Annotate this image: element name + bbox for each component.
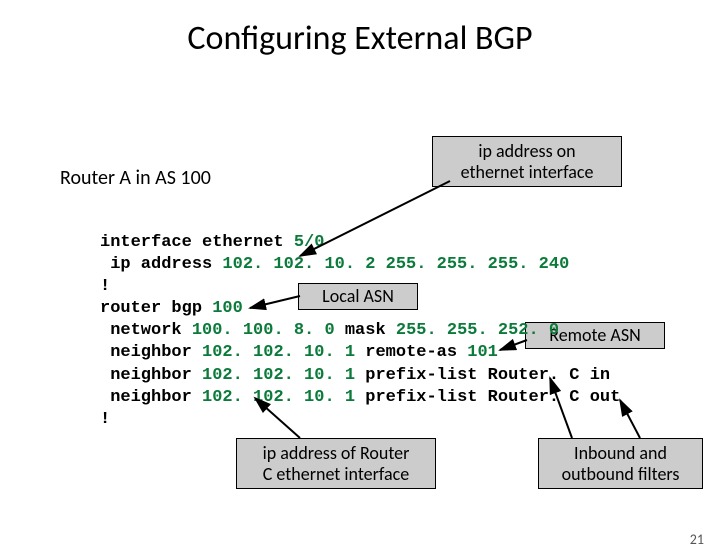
code-line: neighbor 102. 102. 10. 1 prefix-list Rou… xyxy=(100,388,620,407)
code-line: ! xyxy=(100,410,110,429)
callout-ip-routerc: ip address of RouterC ethernet interface xyxy=(236,438,436,489)
code-line: ! xyxy=(100,277,110,296)
config-code-block: interface ethernet 5/0 ip address 102. 1… xyxy=(100,232,620,431)
code-line: interface ethernet 5/0 xyxy=(100,233,324,252)
callout-filters: Inbound andoutbound filters xyxy=(538,438,703,489)
code-line: router bgp 100 xyxy=(100,299,243,318)
code-line: neighbor 102. 102. 10. 1 remote-as 101 xyxy=(100,343,498,362)
callout-ip-ethernet: ip address onethernet interface xyxy=(432,136,622,187)
slide-title: Configuring External BGP xyxy=(0,18,720,59)
router-subtitle: Router A in AS 100 xyxy=(60,166,211,190)
code-line: neighbor 102. 102. 10. 1 prefix-list Rou… xyxy=(100,366,610,385)
code-line: network 100. 100. 8. 0 mask 255. 255. 25… xyxy=(100,321,559,340)
code-line: ip address 102. 102. 10. 2 255. 255. 255… xyxy=(100,255,569,274)
